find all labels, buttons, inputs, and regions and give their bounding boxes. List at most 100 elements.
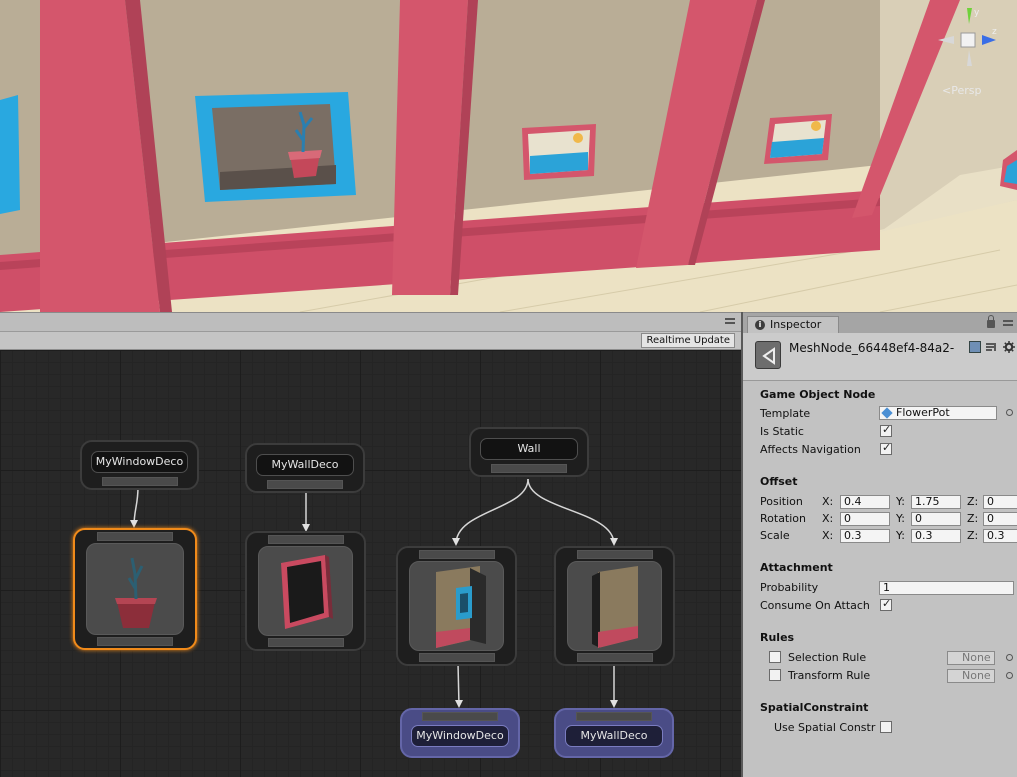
- wall-plain-preview: [567, 561, 662, 651]
- presets-icon[interactable]: [985, 341, 997, 353]
- output-pin[interactable]: [491, 464, 567, 473]
- mesh-node-wall-frame[interactable]: [245, 531, 366, 651]
- node-my-wall-deco[interactable]: MyWallDeco: [245, 443, 365, 493]
- object-name: MeshNode_66448ef4-84a2-: [789, 341, 955, 355]
- node-my-wall-deco-leaf[interactable]: MyWallDeco: [554, 708, 674, 758]
- scale-z-field[interactable]: 0.3: [983, 529, 1017, 543]
- transform-rule-field[interactable]: None: [947, 669, 995, 683]
- node-label: MyWallDeco: [256, 454, 354, 476]
- rotation-label: Rotation: [760, 512, 807, 525]
- scale-x-field[interactable]: 0.3: [840, 529, 890, 543]
- scale-label: Scale: [760, 529, 790, 542]
- position-label: Position: [760, 495, 803, 508]
- consume-on-attach-label: Consume On Attach: [760, 599, 870, 612]
- use-spatial-constraint-checkbox[interactable]: [880, 721, 892, 733]
- inspector-header: MeshNode_66448ef4-84a2-: [743, 333, 1017, 381]
- output-pin[interactable]: [267, 638, 344, 647]
- affects-navigation-label: Affects Navigation: [760, 443, 861, 456]
- node-label: MyWindowDeco: [91, 451, 188, 473]
- wall-window-preview: [409, 561, 504, 651]
- rotation-z-field[interactable]: 0: [983, 512, 1017, 526]
- tab-inspector-label: Inspector: [770, 318, 822, 331]
- unity-object-icon: [755, 341, 781, 369]
- output-pin[interactable]: [101, 477, 178, 486]
- selection-rule-field[interactable]: None: [947, 651, 995, 665]
- consume-on-attach-checkbox[interactable]: [880, 597, 892, 611]
- node-my-window-deco-leaf[interactable]: MyWindowDeco: [400, 708, 520, 758]
- transform-rule-label: Transform Rule: [788, 669, 871, 682]
- graph-tab-bar: [0, 312, 741, 332]
- rotation-y-field[interactable]: 0: [911, 512, 961, 526]
- position-z-label: Z:: [967, 495, 979, 508]
- is-static-checkbox[interactable]: [880, 423, 892, 437]
- scale-x-label: X:: [822, 529, 834, 542]
- scale-y-field[interactable]: 0.3: [911, 529, 961, 543]
- node-wall[interactable]: Wall: [469, 427, 589, 477]
- output-pin[interactable]: [576, 653, 653, 662]
- node-label: MyWindowDeco: [411, 725, 509, 747]
- rotation-z-label: Z:: [967, 512, 979, 525]
- prefab-icon: [881, 407, 893, 419]
- affects-navigation-checkbox[interactable]: [880, 441, 892, 455]
- input-pin[interactable]: [418, 550, 495, 559]
- output-pin[interactable]: [267, 480, 343, 489]
- gizmo-y-label: y: [974, 8, 980, 18]
- template-value: FlowerPot: [896, 406, 950, 419]
- position-z-field[interactable]: 0: [983, 495, 1017, 509]
- is-static-label: Is Static: [760, 425, 804, 438]
- selection-rule-label: Selection Rule: [788, 651, 867, 664]
- input-pin[interactable]: [97, 532, 173, 541]
- position-y-field[interactable]: 1.75: [911, 495, 961, 509]
- info-icon: i: [755, 320, 765, 330]
- input-pin[interactable]: [422, 712, 498, 721]
- scale-y-label: Y:: [896, 529, 905, 542]
- rotation-x-field[interactable]: 0: [840, 512, 890, 526]
- section-attachment: Attachment: [760, 561, 833, 574]
- transform-rule-picker-icon[interactable]: [1006, 672, 1013, 679]
- position-x-field[interactable]: 0.4: [840, 495, 890, 509]
- position-y-label: Y:: [896, 495, 905, 508]
- tab-inspector[interactable]: i Inspector: [747, 316, 839, 334]
- mesh-node-wall-window[interactable]: [396, 546, 517, 666]
- template-field[interactable]: FlowerPot: [879, 406, 997, 420]
- graph-toolbar: Realtime Update: [0, 332, 741, 350]
- graph-editor-panel: Realtime Update MyWindowDeco MyWallDeco …: [0, 312, 741, 777]
- gizmo-z-label: z: [992, 27, 997, 37]
- lock-icon[interactable]: [987, 315, 995, 328]
- position-x-label: X:: [822, 495, 834, 508]
- mesh-node-flowerpot[interactable]: [73, 528, 197, 650]
- probability-label: Probability: [760, 581, 819, 594]
- input-pin[interactable]: [576, 550, 653, 559]
- inspector-menu-icon[interactable]: [1003, 320, 1013, 328]
- rotation-x-label: X:: [822, 512, 834, 525]
- rotation-y-label: Y:: [896, 512, 905, 525]
- scene-view[interactable]: y z <Persp: [0, 0, 1017, 312]
- scene-orientation-gizmo[interactable]: y z: [934, 4, 1004, 70]
- help-book-icon[interactable]: [969, 341, 981, 353]
- section-rules: Rules: [760, 631, 795, 644]
- scale-z-label: Z:: [967, 529, 979, 542]
- section-spatial-constraint: SpatialConstraint: [760, 701, 869, 714]
- realtime-update-button[interactable]: Realtime Update: [641, 333, 735, 348]
- output-pin[interactable]: [97, 637, 173, 646]
- node-label: MyWallDeco: [565, 725, 663, 747]
- mesh-node-wall-plain[interactable]: [554, 546, 675, 666]
- selection-rule-picker-icon[interactable]: [1006, 654, 1013, 661]
- perspective-toggle[interactable]: <Persp: [942, 84, 981, 97]
- transform-rule-checkbox[interactable]: [769, 669, 781, 681]
- node-label: Wall: [480, 438, 578, 460]
- input-pin[interactable]: [267, 535, 344, 544]
- scene-render: [0, 0, 1017, 312]
- gear-icon[interactable]: [1003, 341, 1015, 353]
- object-picker-icon[interactable]: [1006, 409, 1013, 416]
- probability-field[interactable]: 1: [879, 581, 1014, 595]
- inspector-tab-bar: i Inspector: [743, 312, 1017, 334]
- node-my-window-deco[interactable]: MyWindowDeco: [80, 440, 199, 490]
- wall-frame-preview: [258, 546, 353, 636]
- panel-menu-icon[interactable]: [725, 318, 735, 326]
- selection-rule-checkbox[interactable]: [769, 651, 781, 663]
- output-pin[interactable]: [418, 653, 495, 662]
- input-pin[interactable]: [576, 712, 652, 721]
- flowerpot-preview: [86, 543, 184, 635]
- graph-canvas[interactable]: MyWindowDeco MyWallDeco Wall MyWindowDec…: [0, 350, 741, 777]
